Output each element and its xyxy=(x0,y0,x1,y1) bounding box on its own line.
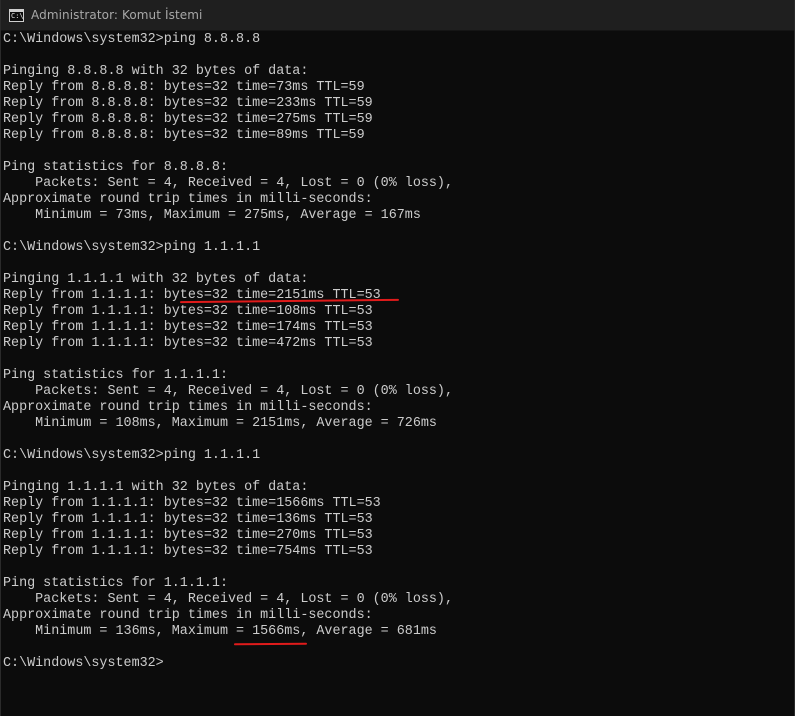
console-output[interactable]: C:\Windows\system32>ping 8.8.8.8 Pinging … xyxy=(3,32,794,716)
console-line: Packets: Sent = 4, Received = 4, Lost = … xyxy=(3,176,453,191)
console-line: Ping statistics for 1.1.1.1: xyxy=(3,576,228,591)
console-line: Minimum = 136ms, Maximum = 1566ms, Avera… xyxy=(3,624,437,639)
console-line: Reply from 8.8.8.8: bytes=32 time=275ms … xyxy=(3,112,373,127)
console-line: Reply from 8.8.8.8: bytes=32 time=89ms T… xyxy=(3,128,365,143)
console-line: Pinging 1.1.1.1 with 32 bytes of data: xyxy=(3,272,309,287)
console-line: Pinging 8.8.8.8 with 32 bytes of data: xyxy=(3,64,309,79)
console-line: Approximate round trip times in milli-se… xyxy=(3,400,373,415)
console-line: Reply from 1.1.1.1: bytes=32 time=108ms … xyxy=(3,304,373,319)
console-line: Reply from 1.1.1.1: bytes=32 time=174ms … xyxy=(3,320,373,335)
console-line: Ping statistics for 8.8.8.8: xyxy=(3,160,228,175)
console-line: Reply from 1.1.1.1: bytes=32 time=754ms … xyxy=(3,544,373,559)
console-line: Reply from 8.8.8.8: bytes=32 time=233ms … xyxy=(3,96,373,111)
console-line: Pinging 1.1.1.1 with 32 bytes of data: xyxy=(3,480,309,495)
title-bar[interactable]: C:\ Administrator: Komut İstemi xyxy=(1,0,794,31)
window-title: Administrator: Komut İstemi xyxy=(31,8,203,22)
console-line: Reply from 1.1.1.1: bytes=32 time=472ms … xyxy=(3,336,373,351)
console-line: Minimum = 108ms, Maximum = 2151ms, Avera… xyxy=(3,416,437,431)
console-line: Minimum = 73ms, Maximum = 275ms, Average… xyxy=(3,208,421,223)
console-line: Approximate round trip times in milli-se… xyxy=(3,192,373,207)
cmd-icon: C:\ xyxy=(9,8,24,22)
console-line: Ping statistics for 1.1.1.1: xyxy=(3,368,228,383)
console-line: Approximate round trip times in milli-se… xyxy=(3,608,373,623)
console-line: Packets: Sent = 4, Received = 4, Lost = … xyxy=(3,592,453,607)
console-line: Reply from 1.1.1.1: bytes=32 time=136ms … xyxy=(3,512,373,527)
console-line: Reply from 8.8.8.8: bytes=32 time=73ms T… xyxy=(3,80,365,95)
console-line: C:\Windows\system32>ping 1.1.1.1 xyxy=(3,448,261,463)
console-line: C:\Windows\system32>ping 8.8.8.8 xyxy=(3,32,261,47)
console-line: C:\Windows\system32> xyxy=(3,656,164,671)
console-line: Reply from 1.1.1.1: bytes=32 time=270ms … xyxy=(3,528,373,543)
console-line: Reply from 1.1.1.1: bytes=32 time=2151ms… xyxy=(3,288,381,303)
console-line: C:\Windows\system32>ping 1.1.1.1 xyxy=(3,240,261,255)
console-line: Reply from 1.1.1.1: bytes=32 time=1566ms… xyxy=(3,496,381,511)
cmd-icon-glyph: C:\ xyxy=(11,11,24,20)
command-prompt-window: C:\ Administrator: Komut İstemi C:\Windo… xyxy=(0,0,795,716)
console-line: Packets: Sent = 4, Received = 4, Lost = … xyxy=(3,384,453,399)
